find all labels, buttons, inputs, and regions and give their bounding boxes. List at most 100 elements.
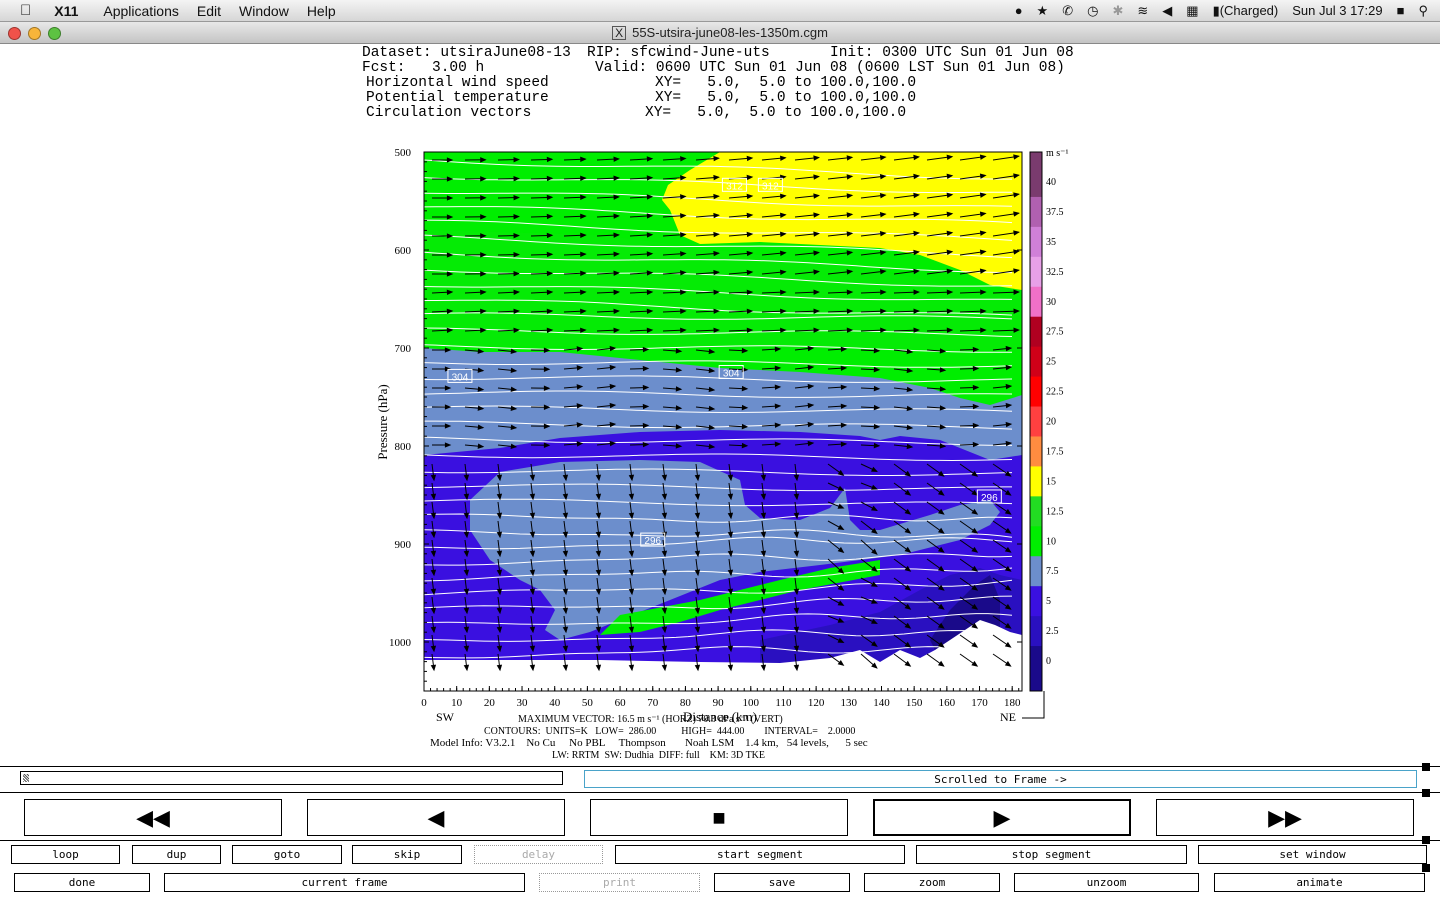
done-button[interactable]: done xyxy=(14,873,150,892)
loop-button[interactable]: loop xyxy=(11,845,120,864)
step-back-icon: ◀ xyxy=(427,804,445,830)
y-tick-label: 800 xyxy=(395,441,412,453)
colorbar-level-label: 17.5 xyxy=(1046,446,1064,457)
contour-label: 296 xyxy=(644,536,661,547)
vector-head xyxy=(1047,231,1052,235)
save-button[interactable]: save xyxy=(714,873,850,892)
y-tick-label: 1000 xyxy=(389,637,412,649)
x-tick-label: 10 xyxy=(451,697,463,709)
x-tick-label: 80 xyxy=(680,697,692,709)
contour-label: 312 xyxy=(762,181,779,192)
y-tick-label: 700 xyxy=(395,343,412,355)
stop-icon: ■ xyxy=(712,804,726,830)
colorbar-swatch xyxy=(1030,586,1042,617)
start-segment-button[interactable]: start segment xyxy=(615,845,905,864)
unzoom-button[interactable]: unzoom xyxy=(1014,873,1199,892)
x-tick-label: 40 xyxy=(549,697,561,709)
x-tick-label: 180 xyxy=(1004,697,1021,709)
status-field: Scrolled to Frame -> xyxy=(584,770,1417,788)
zoom-button[interactable]: zoom xyxy=(864,873,1000,892)
colorbar-swatch xyxy=(1030,316,1042,348)
max-vector-text: MAXIMUM VECTOR: 16.5 m s⁻¹ (HORZ) 70.3 d… xyxy=(518,714,783,725)
colorbar-level-label: 30 xyxy=(1046,297,1056,308)
colorbar-level-label: 12.5 xyxy=(1046,506,1064,517)
delay-button[interactable]: delay xyxy=(474,845,603,864)
current-frame-button[interactable]: current frame xyxy=(164,873,525,892)
divider-1 xyxy=(0,766,1440,767)
colorbar-level-label: 2.5 xyxy=(1046,626,1059,637)
right-handle-row1[interactable] xyxy=(1422,864,1430,872)
x-tick-label: 50 xyxy=(582,697,594,709)
y-axis-label: Pressure (hPa) xyxy=(375,384,390,459)
colorbar-level-label: 35 xyxy=(1046,237,1056,248)
dup-button[interactable]: dup xyxy=(132,845,221,864)
x-tick-label: 20 xyxy=(484,697,496,709)
colorbar-level-label: 0 xyxy=(1046,656,1051,667)
x-tick-label: 90 xyxy=(713,697,725,709)
vector-head xyxy=(1047,193,1052,197)
vector-head xyxy=(1047,250,1052,254)
colorbar-level-label: 22.5 xyxy=(1046,387,1064,398)
colorbar-swatch xyxy=(1030,346,1042,378)
wind-speed-fill xyxy=(424,152,1052,691)
colorbar-bottom-cap xyxy=(1030,676,1042,691)
y-tick-label: 600 xyxy=(395,245,412,257)
step-back-button[interactable]: ◀ xyxy=(307,799,565,836)
right-handle-top[interactable] xyxy=(1422,763,1430,771)
model-info-text: Model Info: V3.2.1 No Cu No PBL Thompson… xyxy=(430,737,868,749)
vector-head xyxy=(1047,309,1052,313)
set-window-button[interactable]: set window xyxy=(1198,845,1427,864)
colorbar-level-label: 10 xyxy=(1046,536,1056,547)
colorbar-swatch xyxy=(1030,556,1042,587)
y-tick-label: 500 xyxy=(395,147,412,159)
stop-button[interactable]: ■ xyxy=(590,799,848,836)
rewind-button[interactable]: ◀◀ xyxy=(24,799,282,836)
status-text: Scrolled to Frame -> xyxy=(934,772,1067,786)
colorbar-swatch xyxy=(1030,256,1042,288)
fast-forward-button[interactable]: ▶▶ xyxy=(1156,799,1414,836)
skip-button[interactable]: skip xyxy=(352,845,462,864)
colorbar-level-label: 15 xyxy=(1046,476,1056,487)
right-handle-mid[interactable] xyxy=(1422,789,1430,797)
x-tick-label: 130 xyxy=(841,697,858,709)
model-info-text-2: LW: RRTM SW: Dudhia DIFF: full KM: 3D TK… xyxy=(552,750,765,761)
x-tick-label: 70 xyxy=(647,697,659,709)
colorbar-swatch xyxy=(1030,406,1042,437)
vector-head xyxy=(1047,290,1052,294)
contours-text: CONTOURS: UNITS=K LOW= 286.00 HIGH= 444.… xyxy=(484,726,855,737)
x-tick-label: 30 xyxy=(517,697,529,709)
colorbar-level-label: 5 xyxy=(1046,596,1051,607)
ne-bracket xyxy=(1022,691,1045,719)
colorbar-swatch xyxy=(1030,376,1042,408)
stop-segment-button[interactable]: stop segment xyxy=(916,845,1187,864)
colorbar-level-label: 27.5 xyxy=(1046,327,1064,338)
x-tick-label: 140 xyxy=(873,697,890,709)
colorbar-level-label: 25 xyxy=(1046,357,1056,368)
animate-button[interactable]: animate xyxy=(1214,873,1425,892)
colorbar-swatch xyxy=(1030,226,1042,258)
scrollbar-thumb[interactable] xyxy=(23,774,29,782)
x-tick-label: 100 xyxy=(743,697,760,709)
x-right-end-label: NE xyxy=(1000,710,1016,724)
colorbar-level-label: 20 xyxy=(1046,417,1056,428)
x-tick-label: 160 xyxy=(939,697,956,709)
colorbar-level-label: 32.5 xyxy=(1046,267,1064,278)
x-tick-label: 0 xyxy=(421,697,427,709)
colorbar-swatch xyxy=(1030,646,1042,677)
frame-scrollbar[interactable] xyxy=(20,771,563,785)
contour-label: 304 xyxy=(723,369,740,380)
contour-label: 312 xyxy=(726,181,743,192)
play-button[interactable]: ▶ xyxy=(873,799,1131,836)
colorbar-swatch xyxy=(1030,286,1042,318)
colorbar-level-label: 7.5 xyxy=(1046,566,1059,577)
x-tick-label: 120 xyxy=(808,697,825,709)
colorbar-level-label: 37.5 xyxy=(1046,207,1064,218)
colorbar-top-cap xyxy=(1030,152,1042,167)
colorbar-level-label: 40 xyxy=(1046,177,1056,188)
cross-section-plot: 0 10 20 30 40 50 60 70 80 90 100 110 120 130 140 150 160… xyxy=(375,147,1068,761)
x-tick-label: 60 xyxy=(615,697,627,709)
colorbar-swatch xyxy=(1030,496,1042,527)
colorbar-swatch xyxy=(1030,196,1042,228)
goto-button[interactable]: goto xyxy=(232,845,342,864)
print-button[interactable]: print xyxy=(539,873,700,892)
